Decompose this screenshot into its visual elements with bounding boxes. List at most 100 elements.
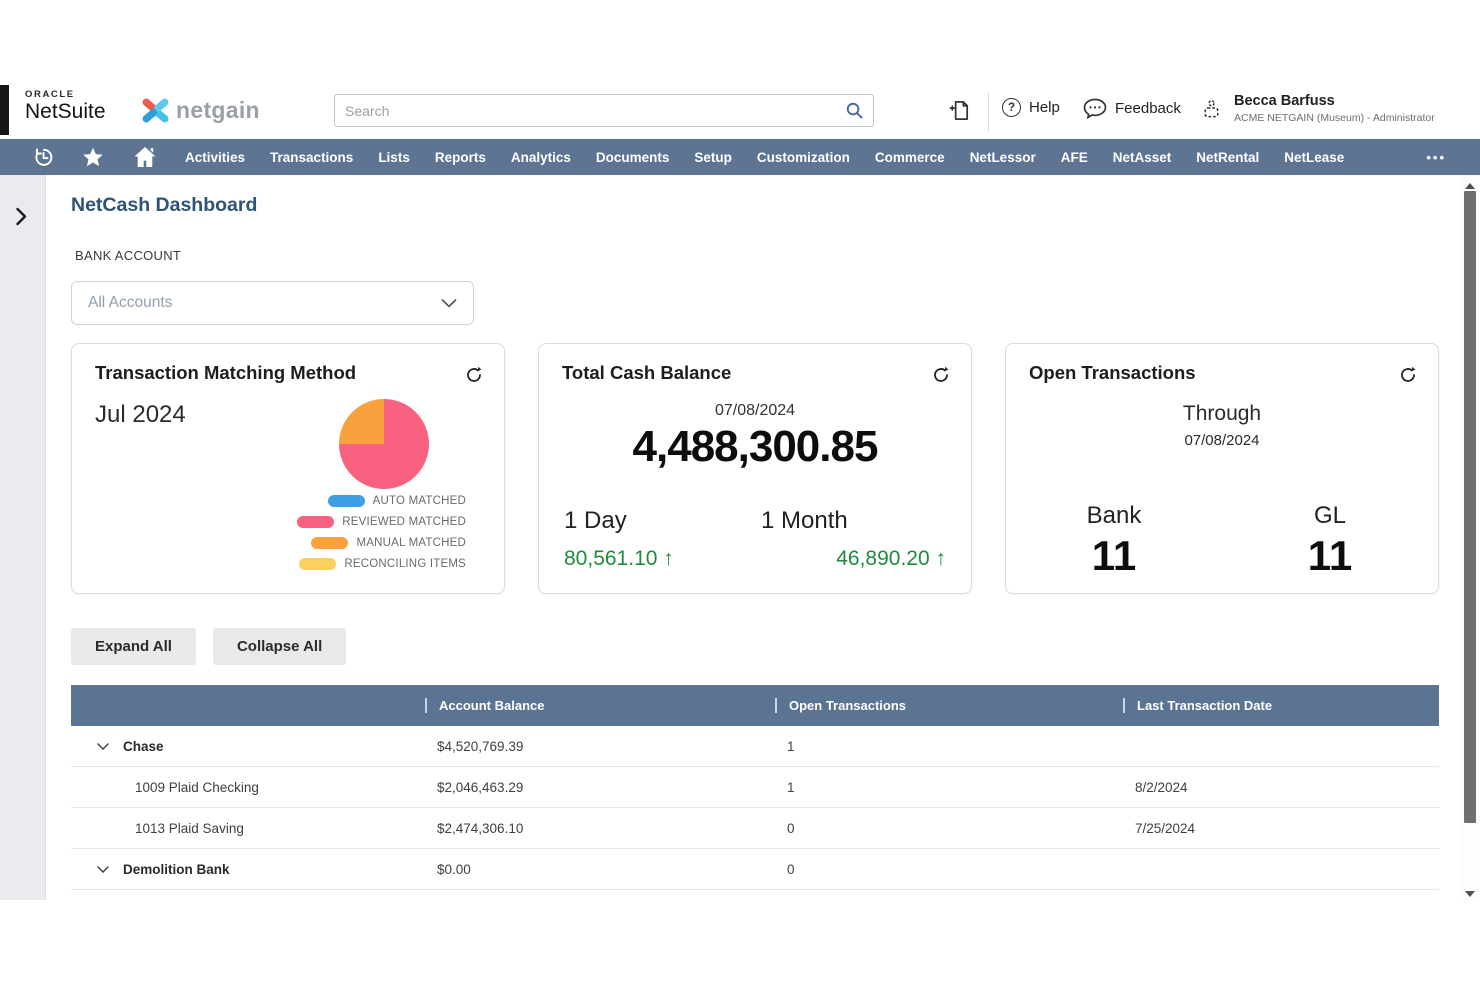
account-name: Demolition Bank [123, 862, 230, 877]
feedback-button[interactable]: Feedback [1083, 98, 1181, 119]
matching-pie [339, 399, 429, 489]
top-header: ORACLE NetSuite netgain [0, 85, 1480, 139]
scroll-thumb[interactable] [1464, 191, 1476, 823]
global-search [334, 94, 874, 127]
legend-item: REVIEWED MATCHED [297, 516, 466, 528]
open-cell: 0 [770, 862, 1118, 877]
row-collapse-chevron-icon[interactable] [97, 743, 109, 750]
nav-more-button[interactable]: ••• [1426, 150, 1446, 165]
one-month-change: 46,890.20 ↑ [761, 547, 946, 571]
help-button[interactable]: ? Help [1002, 98, 1060, 117]
nav-customization[interactable]: Customization [757, 150, 850, 165]
nav-documents[interactable]: Documents [596, 150, 670, 165]
nav-afe[interactable]: AFE [1061, 150, 1088, 165]
bank-account-label: BANK ACCOUNT [75, 248, 181, 263]
nav-menu: Activities Transactions Lists Reports An… [185, 150, 1344, 165]
one-day-change: 80,561.10 ↑ [564, 547, 674, 571]
legend-item: RECONCILING ITEMS [299, 558, 466, 570]
bank-label: Bank [1006, 502, 1222, 530]
user-menu[interactable]: Becca Barfuss ACME NETGAIN (Museum) - Ad… [1200, 94, 1435, 123]
search-input[interactable] [335, 103, 845, 119]
nav-transactions[interactable]: Transactions [270, 150, 353, 165]
open-cell: 0 [770, 821, 1118, 836]
history-icon[interactable] [32, 146, 54, 168]
netgain-logo: netgain [142, 97, 260, 124]
nav-activities[interactable]: Activities [185, 150, 245, 165]
last-date-cell: 7/25/2024 [1118, 821, 1439, 836]
roles-icon [1200, 97, 1223, 123]
scroll-down-arrow[interactable] [1465, 891, 1475, 897]
screen: ORACLE NetSuite netgain [0, 0, 1480, 987]
account-balance-header: Account Balance [420, 698, 770, 713]
legend-item: MANUAL MATCHED [311, 537, 466, 549]
gl-count-block: GL 11 [1222, 502, 1438, 580]
total-balance-value: 4,488,300.85 [539, 422, 971, 472]
card-title: Open Transactions [1029, 362, 1196, 384]
account-name: 1009 Plaid Checking [71, 780, 259, 795]
column-divider [425, 698, 427, 713]
nav-netasset[interactable]: NetAsset [1113, 150, 1172, 165]
nav-commerce[interactable]: Commerce [875, 150, 945, 165]
bank-count: 11 [1006, 532, 1222, 580]
legend-swatch-auto-matched [328, 495, 365, 507]
open-counts-row: Bank 11 GL 11 [1006, 502, 1438, 580]
account-name-cell: Demolition Bank [71, 862, 420, 877]
legend-swatch-manual-matched [311, 537, 348, 549]
netgain-wordmark: netgain [176, 97, 260, 124]
oracle-wordmark: ORACLE [25, 90, 106, 100]
nav-netlease[interactable]: NetLease [1284, 150, 1344, 165]
table-row: 1013 Plaid Saving $2,474,306.10 0 7/25/2… [71, 808, 1439, 849]
chevron-down-icon [441, 299, 457, 308]
oracle-netsuite-logo: ORACLE NetSuite [25, 90, 106, 122]
search-icon[interactable] [845, 101, 864, 120]
nav-lists[interactable]: Lists [378, 150, 410, 165]
left-collapse-rail [0, 175, 46, 900]
nav-reports[interactable]: Reports [435, 150, 486, 165]
last-date-cell: 8/2/2024 [1118, 780, 1439, 795]
column-divider [775, 698, 777, 713]
account-name: Chase [123, 739, 164, 754]
table-row: Demolition Bank $0.00 0 [71, 849, 1439, 890]
header-divider [988, 92, 989, 132]
refresh-icon[interactable] [1399, 366, 1417, 384]
home-icon[interactable] [132, 145, 158, 169]
total-cash-balance-card: Total Cash Balance 07/08/2024 4,488,300.… [538, 343, 972, 594]
table-row: Chase $4,520,769.39 1 [71, 726, 1439, 767]
nav-netlessor[interactable]: NetLessor [970, 150, 1036, 165]
nav-setup[interactable]: Setup [694, 150, 732, 165]
favorites-star-icon[interactable] [81, 146, 105, 169]
row-collapse-chevron-icon[interactable] [97, 866, 109, 873]
sidebar-expand-button[interactable] [15, 207, 27, 226]
balance-cell: $2,474,306.10 [420, 821, 770, 836]
nav-analytics[interactable]: Analytics [511, 150, 571, 165]
feedback-icon [1083, 98, 1107, 119]
legend-label: MANUAL MATCHED [356, 537, 466, 549]
window-edge [0, 85, 9, 135]
period-label: Jul 2024 [95, 401, 186, 429]
transaction-matching-card: Transaction Matching Method Jul 2024 AUT… [71, 343, 505, 594]
last-transaction-date-header: Last Transaction Date [1118, 698, 1439, 713]
nav-netrental[interactable]: NetRental [1196, 150, 1259, 165]
legend-label: AUTO MATCHED [373, 495, 466, 507]
vertical-scrollbar[interactable] [1461, 175, 1480, 900]
expand-all-button[interactable]: Expand All [71, 628, 196, 665]
one-day-block: 1 Day 80,561.10 ↑ [564, 507, 674, 571]
legend-swatch-reviewed-matched [297, 516, 334, 528]
open-transactions-header: Open Transactions [770, 698, 1118, 713]
scroll-up-arrow[interactable] [1465, 183, 1475, 189]
one-day-label: 1 Day [564, 507, 674, 535]
add-page-icon[interactable] [948, 99, 971, 127]
netgain-x-icon [142, 97, 169, 124]
feedback-label: Feedback [1115, 100, 1181, 117]
gl-label: GL [1222, 502, 1438, 530]
balance-cell: $2,046,463.29 [420, 780, 770, 795]
through-date: 07/08/2024 [1006, 432, 1438, 449]
through-label: Through [1006, 402, 1438, 426]
refresh-icon[interactable] [932, 366, 950, 384]
bank-account-select[interactable]: All Accounts [71, 281, 474, 325]
card-title: Total Cash Balance [562, 362, 731, 384]
table-header: Account Balance Open Transactions Last T… [71, 685, 1439, 726]
bank-account-value: All Accounts [88, 294, 172, 312]
refresh-icon[interactable] [465, 366, 483, 384]
collapse-all-button[interactable]: Collapse All [213, 628, 346, 665]
